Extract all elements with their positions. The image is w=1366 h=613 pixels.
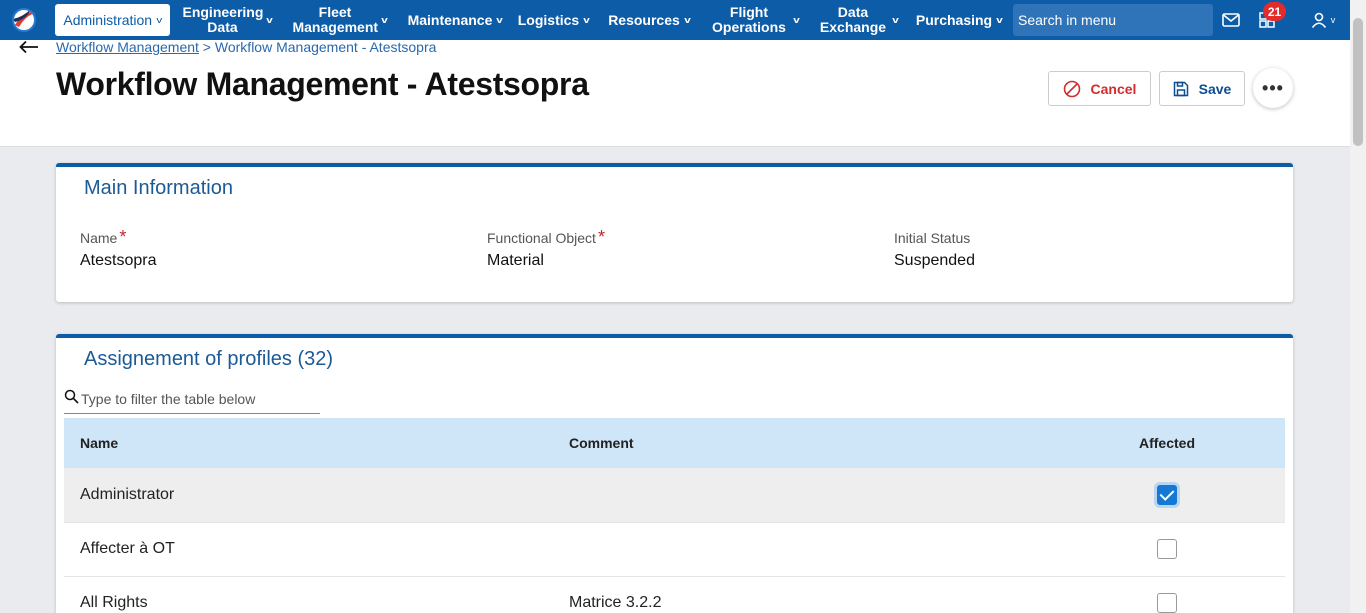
table-header-row: Name Comment Affected bbox=[64, 418, 1285, 468]
nav-item-purchasing[interactable]: Purchasing v bbox=[914, 0, 1004, 40]
chevron-down-icon: v bbox=[266, 14, 274, 25]
nav-item-engineering-data[interactable]: Engineering Data v bbox=[180, 0, 275, 40]
profile-name: All Rights bbox=[80, 594, 148, 611]
logo-icon bbox=[12, 8, 36, 32]
chevron-down-icon: v bbox=[583, 14, 590, 25]
profile-comment bbox=[569, 468, 1049, 522]
profile-comment bbox=[569, 522, 1049, 576]
more-options-button[interactable]: ••• bbox=[1253, 68, 1293, 108]
table-row[interactable]: All Rights Matrice 3.2.2 bbox=[64, 576, 1285, 613]
page-title: Workflow Management - Atestsopra bbox=[56, 66, 589, 102]
nav-label: Maintenance bbox=[407, 11, 493, 28]
chevron-down-icon: v bbox=[793, 14, 800, 25]
nav-label: Flight Operations bbox=[712, 4, 786, 35]
back-arrow-icon[interactable] bbox=[18, 40, 40, 54]
affected-checkbox[interactable] bbox=[1157, 593, 1177, 613]
nav-label: Purchasing bbox=[915, 11, 993, 28]
nav-item-logistics[interactable]: Logistics v bbox=[516, 0, 591, 40]
field-value: Material bbox=[487, 252, 544, 269]
nav-item-flight-operations[interactable]: Flight Operations v bbox=[706, 0, 802, 40]
nav-item-resources[interactable]: Resources v bbox=[604, 0, 694, 40]
nav-item-maintenance[interactable]: Maintenance v bbox=[404, 0, 506, 40]
name-field: Name * Atestsopra bbox=[80, 227, 157, 270]
breadcrumb-current: Workflow Management - Atestsopra bbox=[214, 39, 437, 55]
column-header-affected[interactable]: Affected bbox=[1049, 418, 1285, 468]
chevron-down-icon: v bbox=[1330, 15, 1336, 25]
section-title: Assignement of profiles (32) bbox=[84, 348, 334, 370]
nav-label: Logistics bbox=[517, 11, 580, 28]
nav-item-data-exchange[interactable]: Data Exchange v bbox=[815, 0, 901, 40]
profile-name: Affecter à OT bbox=[80, 540, 175, 557]
breadcrumb-separator: > bbox=[198, 39, 215, 55]
table-filter-input[interactable] bbox=[81, 391, 311, 407]
nav-label: Administration bbox=[63, 11, 153, 28]
chevron-down-icon: v bbox=[996, 14, 1003, 25]
affected-checkbox[interactable] bbox=[1157, 539, 1177, 559]
chevron-down-icon: v bbox=[684, 14, 691, 25]
search-icon bbox=[64, 389, 79, 404]
profiles-assignment-card: Assignement of profiles (32) Name Commen… bbox=[56, 334, 1293, 613]
save-icon bbox=[1173, 81, 1188, 96]
menu-search-input[interactable]: Search in menu bbox=[1013, 4, 1213, 36]
table-row[interactable]: Administrator bbox=[64, 468, 1285, 522]
section-title: Main Information bbox=[84, 177, 233, 199]
field-label: Initial Status bbox=[894, 230, 971, 246]
cancel-icon bbox=[1063, 80, 1080, 97]
notification-badge[interactable]: 21 bbox=[1263, 2, 1286, 21]
table-row[interactable]: Affecter à OT bbox=[64, 522, 1285, 576]
save-label: Save bbox=[1198, 80, 1232, 97]
nav-item-fleet-management[interactable]: Fleet Management v bbox=[290, 0, 390, 40]
nav-item-administration[interactable]: Administration v bbox=[55, 4, 170, 36]
column-header-comment[interactable]: Comment bbox=[569, 418, 1049, 468]
main-information-card: Main Information Name * Atestsopra Functi… bbox=[56, 163, 1293, 302]
field-label: Functional Object * bbox=[487, 227, 605, 247]
profiles-table: Name Comment Affected Administrator Affe… bbox=[64, 418, 1285, 613]
page-header: Workflow Management > Workflow Managemen… bbox=[0, 39, 1350, 147]
field-value: Atestsopra bbox=[80, 252, 157, 269]
mail-icon[interactable] bbox=[1220, 0, 1242, 40]
field-label: Name * bbox=[80, 227, 127, 247]
nav-label: Engineering Data bbox=[182, 4, 264, 35]
save-button[interactable]: Save bbox=[1159, 71, 1245, 106]
profile-name: Administrator bbox=[80, 485, 175, 503]
breadcrumb: Workflow Management > Workflow Managemen… bbox=[56, 39, 436, 55]
table-filter bbox=[64, 388, 320, 414]
nav-label: Data Exchange bbox=[819, 4, 887, 35]
breadcrumb-parent-link[interactable]: Workflow Management bbox=[56, 39, 199, 55]
chevron-down-icon: v bbox=[381, 14, 389, 25]
affected-checkbox[interactable] bbox=[1157, 484, 1177, 505]
chevron-down-icon: v bbox=[156, 14, 163, 25]
scrollbar-thumb[interactable] bbox=[1353, 18, 1363, 146]
top-navigation-bar: Administration v Engineering Data v Fleet … bbox=[0, 0, 1350, 40]
field-value: Suspended bbox=[894, 252, 975, 269]
initial-status-field: Initial Status Suspended bbox=[894, 230, 975, 270]
user-menu[interactable]: v bbox=[1306, 0, 1340, 40]
required-marker: * bbox=[119, 227, 127, 247]
nav-label: Resources bbox=[608, 11, 680, 28]
profile-comment: Matrice 3.2.2 bbox=[569, 594, 662, 611]
chevron-down-icon: v bbox=[892, 14, 899, 25]
column-header-name[interactable]: Name bbox=[64, 418, 569, 468]
app-logo[interactable] bbox=[0, 0, 48, 40]
page-scrollbar[interactable] bbox=[1350, 0, 1366, 613]
nav-label: Fleet Management bbox=[292, 4, 379, 35]
required-marker: * bbox=[597, 227, 605, 247]
cancel-label: Cancel bbox=[1090, 80, 1137, 97]
functional-object-field: Functional Object * Material bbox=[487, 227, 605, 270]
cancel-button[interactable]: Cancel bbox=[1048, 71, 1151, 106]
user-icon bbox=[1311, 12, 1326, 28]
chevron-down-icon: v bbox=[496, 14, 504, 25]
